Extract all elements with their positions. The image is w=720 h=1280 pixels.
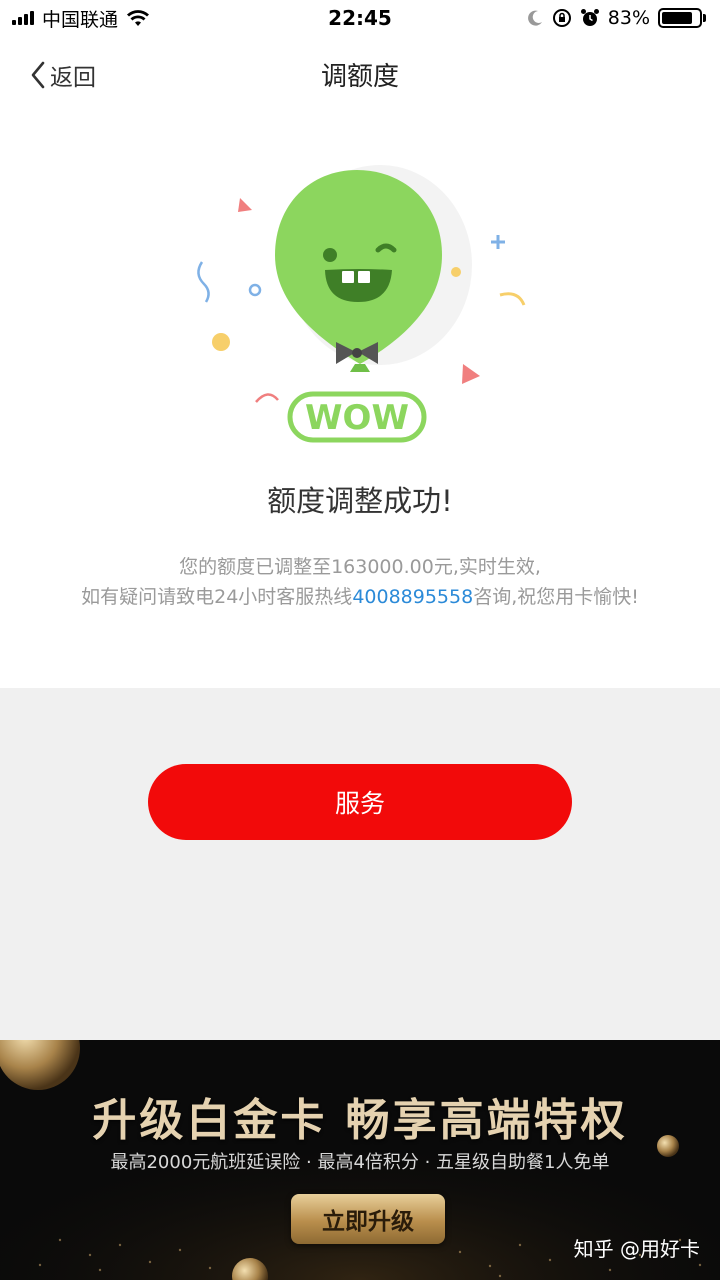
signal-icon <box>12 11 34 25</box>
watermark: 知乎 @用好卡 <box>573 1237 700 1261</box>
back-button[interactable]: 返回 <box>30 58 96 92</box>
battery-percent: 83% <box>607 7 650 29</box>
rotation-lock-icon <box>552 9 571 27</box>
upgrade-button[interactable]: 立即升级 <box>291 1194 445 1244</box>
hotline-link[interactable]: 4008895558 <box>352 586 473 608</box>
nav-bar: 返回 调额度 <box>0 36 720 110</box>
banner-subtitle: 最高2000元航班延误险 · 最高4倍积分 · 五星级自助餐1人免单 <box>110 1152 610 1173</box>
result-line-2: 如有疑问请致电24小时客服热线4008895558咨询,祝您用卡愉快! <box>0 582 720 609</box>
result-line-2-suffix: 咨询,祝您用卡愉快! <box>473 586 639 608</box>
moon-icon <box>527 10 542 26</box>
page-title: 调额度 <box>320 62 399 92</box>
result-line-2-prefix: 如有疑问请致电24小时客服热线 <box>81 586 353 608</box>
wifi-icon <box>127 10 150 26</box>
success-title: 额度调整成功! <box>267 484 453 518</box>
banner-title: 升级白金卡 畅享高端特权 <box>92 1095 628 1146</box>
back-label: 返回 <box>50 65 96 91</box>
upgrade-banner[interactable]: 升级白金卡 畅享高端特权 最高2000元航班延误险 · 最高4倍积分 · 五星级… <box>0 1040 720 1280</box>
alarm-icon <box>580 9 599 26</box>
carrier-label: 中国联通 <box>42 8 119 31</box>
chevron-left-icon <box>31 61 45 89</box>
service-button[interactable]: 服务 <box>148 764 572 840</box>
status-right: 83% <box>526 7 706 29</box>
status-left: 中国联通 <box>12 5 150 32</box>
result-line-1: 您的额度已调整至163000.00元,实时生效, <box>179 556 541 578</box>
action-area: 服务 <box>0 688 720 1040</box>
wow-badge-text: WOW <box>305 398 409 438</box>
battery-icon <box>658 8 706 28</box>
balloon-illustration: WOW <box>197 165 526 443</box>
status-bar: 中国联通 22:45 83% <box>0 0 720 36</box>
